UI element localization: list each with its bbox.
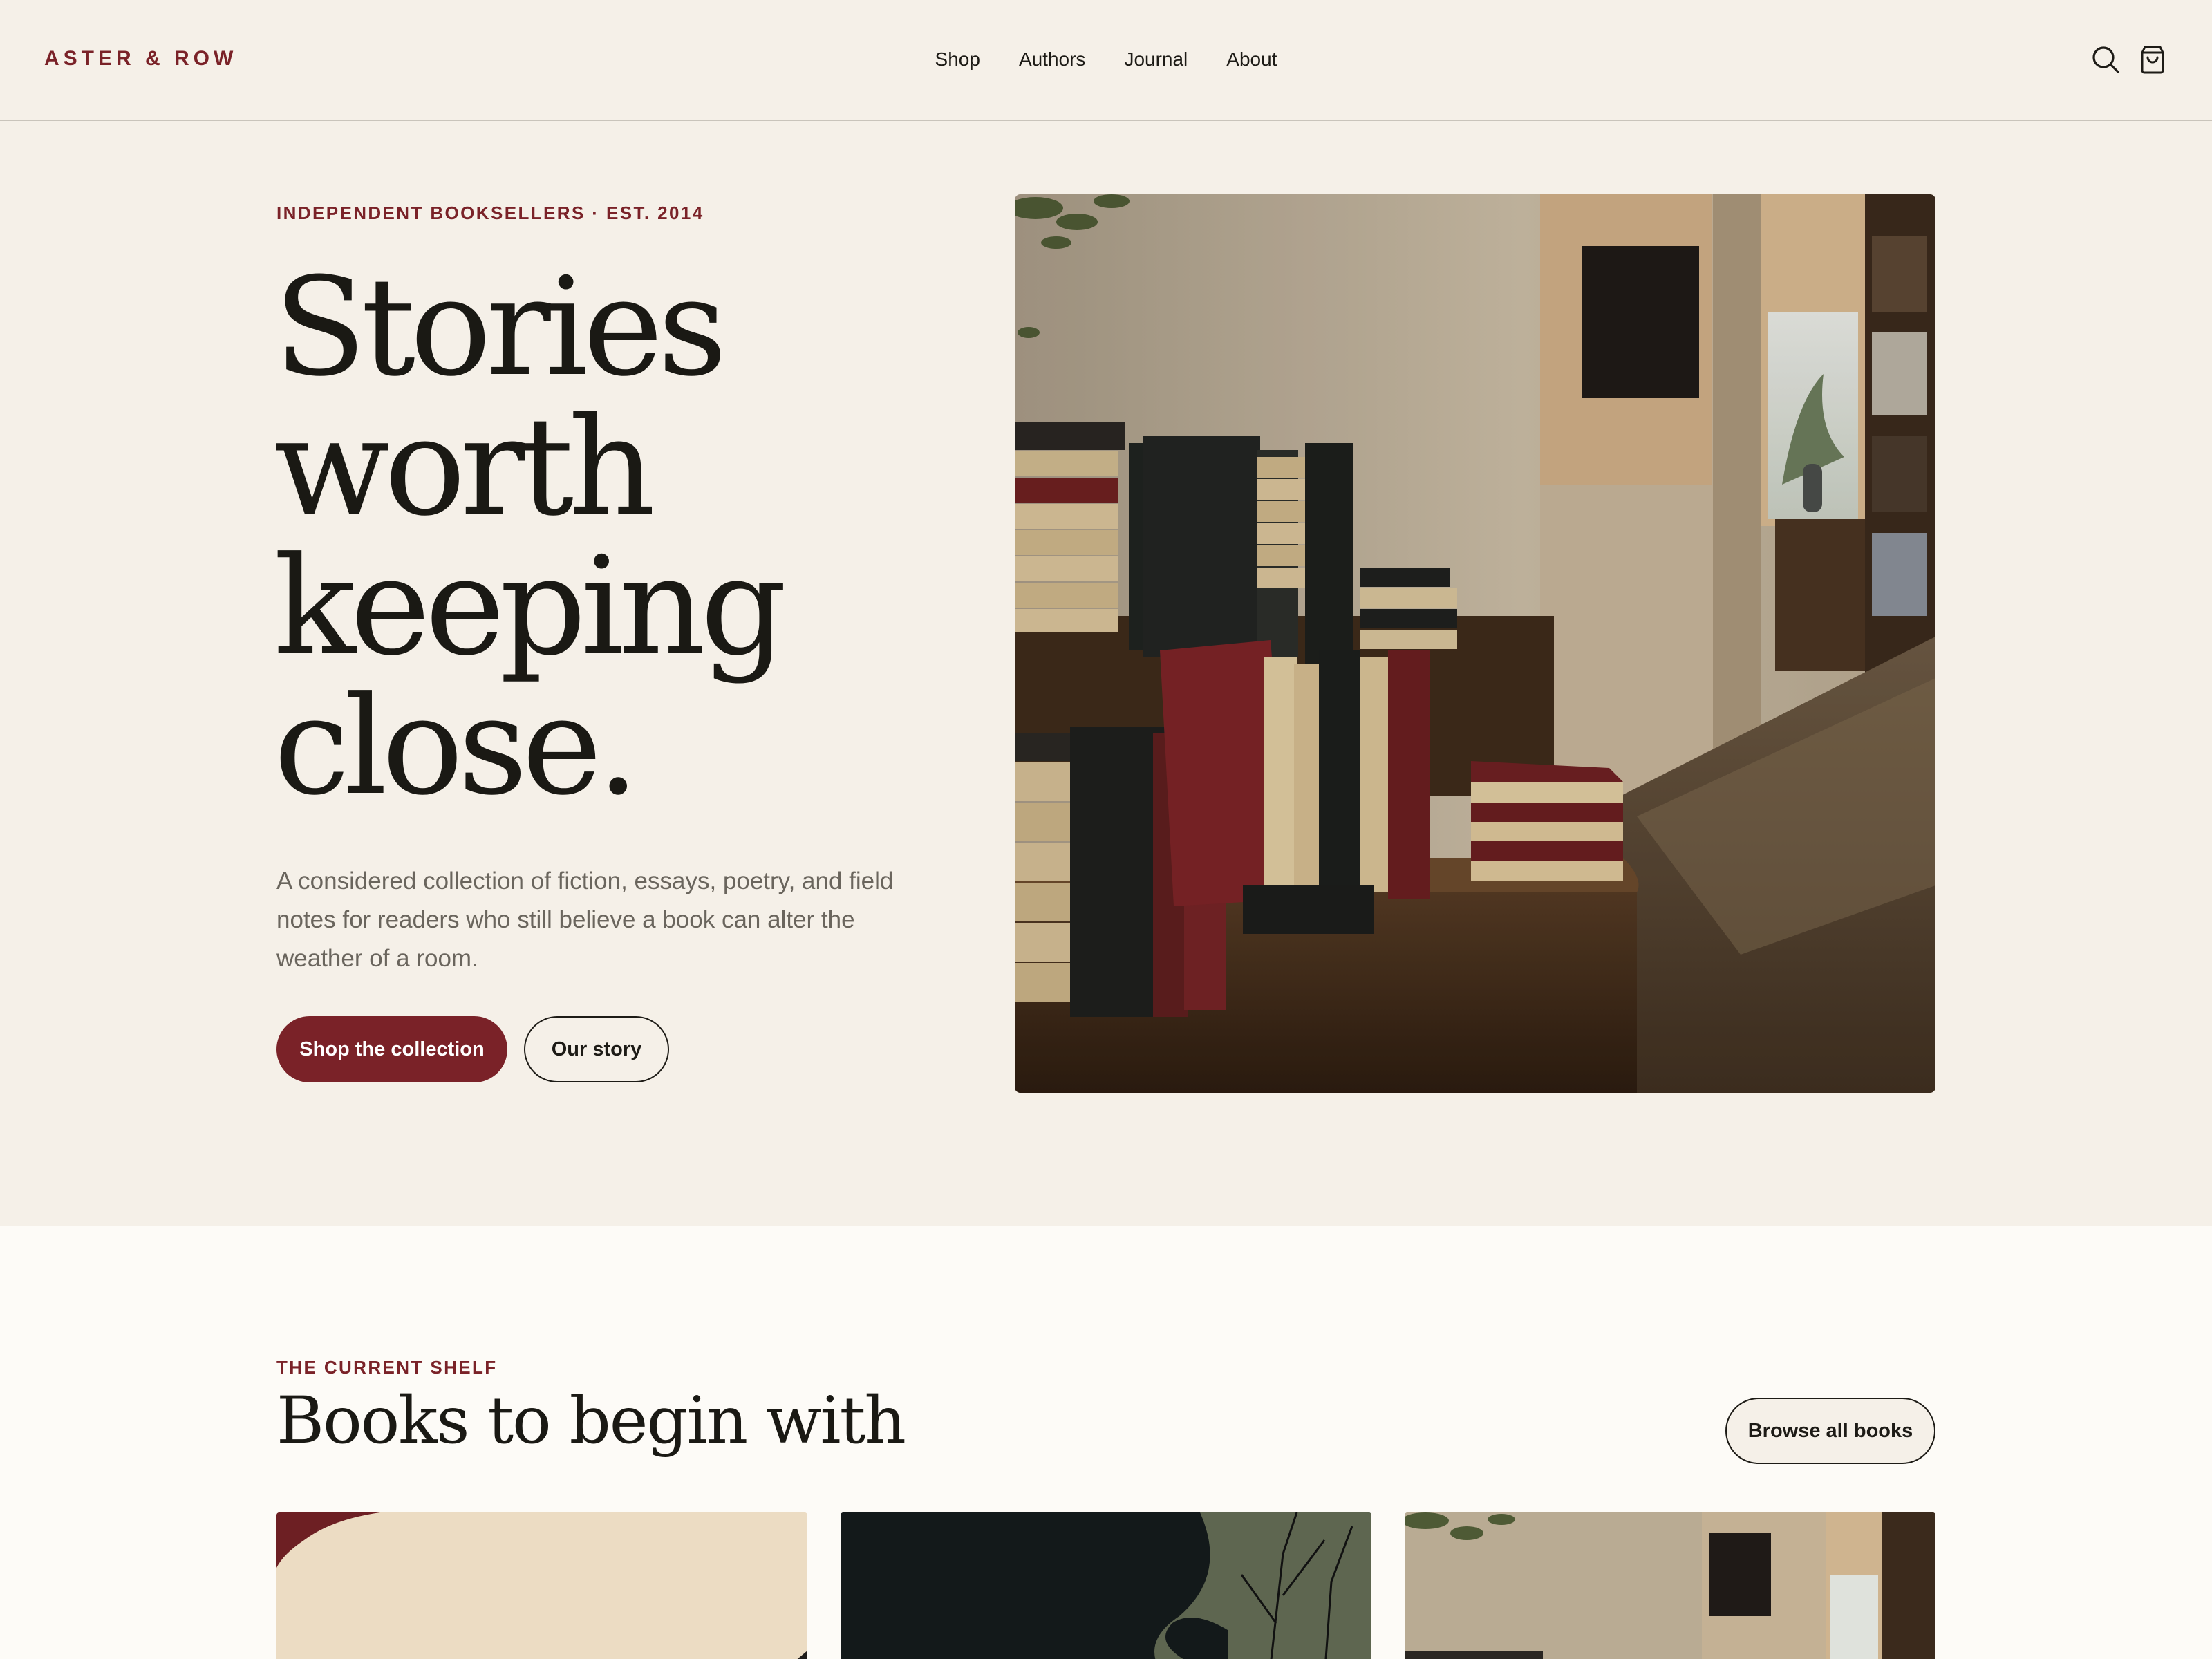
- nav-about[interactable]: About: [1226, 48, 1277, 71]
- hero-description: A considered collection of fiction, essa…: [276, 868, 894, 972]
- nav-shop[interactable]: Shop: [935, 48, 980, 71]
- book-card-image[interactable]: [1405, 1512, 1936, 1659]
- book-card-image[interactable]: [276, 1512, 807, 1659]
- cart-icon[interactable]: [2137, 44, 2168, 75]
- site-header: ASTER & ROW Shop Authors Journal About: [0, 0, 2212, 121]
- search-icon[interactable]: [2090, 44, 2121, 75]
- our-story-button[interactable]: Our story: [524, 1016, 669, 1082]
- shop-collection-button[interactable]: Shop the collection: [276, 1016, 507, 1082]
- hero-title-line: close.: [274, 668, 639, 825]
- nav-journal[interactable]: Journal: [1124, 48, 1188, 71]
- hero-title: Stories worth keeping close.: [274, 258, 965, 816]
- main-nav: Shop Authors Journal About: [0, 48, 2212, 71]
- hero-bookshelf-image: [1015, 194, 1936, 1093]
- shelf-title: Books to begin with: [276, 1383, 906, 1459]
- hero-eyebrow: INDEPENDENT BOOKSELLERS · EST. 2014: [276, 203, 704, 223]
- hero-section: INDEPENDENT BOOKSELLERS · EST. 2014 Stor…: [0, 122, 2212, 1226]
- nav-authors[interactable]: Authors: [1019, 48, 1086, 71]
- current-shelf-section: THE CURRENT SHELF Books to begin with Br…: [0, 1226, 2212, 1659]
- hero-title-line: Stories: [274, 249, 727, 406]
- book-card-image[interactable]: [841, 1512, 1371, 1659]
- hero-title-line: keeping: [274, 528, 787, 686]
- browse-all-books-button[interactable]: Browse all books: [1725, 1398, 1936, 1464]
- shelf-eyebrow: THE CURRENT SHELF: [276, 1357, 498, 1378]
- hero-title-line: worth: [274, 388, 655, 546]
